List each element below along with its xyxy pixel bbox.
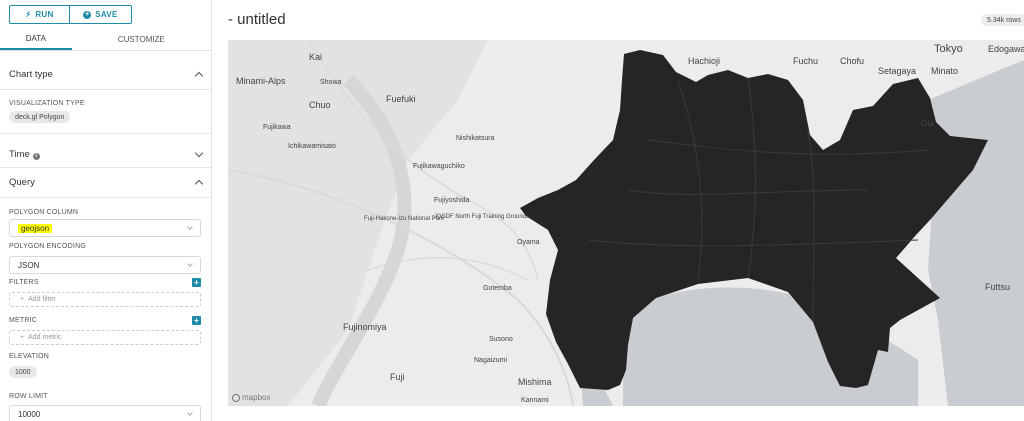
polygon-column-select[interactable]: geojson xyxy=(9,219,201,237)
map-label: Ota xyxy=(921,119,934,128)
map-label: Fuefuki xyxy=(386,94,416,104)
map-label: Fujinomiya xyxy=(343,322,387,332)
map-label: Kannami xyxy=(521,397,549,404)
map-tokyo-bay xyxy=(928,60,1024,406)
divider xyxy=(0,197,211,198)
plus-circle-icon: + xyxy=(83,10,92,19)
polygon-encoding-label: POLYGON ENCODING xyxy=(9,243,86,250)
elevation-label: ELEVATION xyxy=(9,353,50,360)
row-limit-label: ROW LIMIT xyxy=(9,393,48,400)
row-limit-select[interactable]: 10000 xyxy=(9,405,201,421)
chart-type-title: Chart type xyxy=(9,68,53,80)
map-label: Fujiyoshida xyxy=(434,197,470,204)
map-label: Tokyo xyxy=(934,43,963,55)
time-title: Time xyxy=(9,148,30,160)
add-filter-plus-icon[interactable]: + xyxy=(192,278,201,287)
add-metric-label: Add metric xyxy=(28,334,62,341)
map-label: Fuji xyxy=(390,372,405,382)
map-label: Edogawa xyxy=(988,44,1024,54)
map-label: Mishima xyxy=(518,377,552,387)
add-filter-box[interactable]: + Add filter xyxy=(9,292,201,307)
map-label: Gotemba xyxy=(483,285,512,292)
query-title: Query xyxy=(9,176,35,188)
map-label: Minato xyxy=(931,66,958,76)
mapbox-attribution[interactable]: mapbox xyxy=(232,393,270,402)
plus-icon: + xyxy=(20,334,25,341)
map-label: Nagaizumi xyxy=(474,357,508,364)
map-label: Setagaya xyxy=(878,66,916,76)
map-label: Susono xyxy=(489,336,513,343)
map-label: Minami-Alps xyxy=(236,76,286,86)
add-metric-plus-icon[interactable]: + xyxy=(192,316,201,325)
query-section-header[interactable]: Query xyxy=(0,171,211,193)
chart-title[interactable]: - untitled xyxy=(228,11,286,28)
run-button[interactable]: ⚡︎ RUN xyxy=(9,5,70,24)
map-label: Kai xyxy=(309,52,322,62)
polygon-encoding-value: JSON xyxy=(18,260,40,270)
map-label: Futtsu xyxy=(985,282,1010,292)
action-buttons: ⚡︎ RUN + SAVE xyxy=(9,5,132,24)
polygon-column-label: POLYGON COLUMN xyxy=(9,209,79,216)
map-label: Ichikawamisato xyxy=(288,143,336,150)
mapbox-label: mapbox xyxy=(242,393,271,402)
map-label: Showa xyxy=(320,79,342,86)
map-label: Fujikawa xyxy=(263,124,291,131)
time-title-wrap: Time i xyxy=(9,149,40,160)
save-button[interactable]: + SAVE xyxy=(70,5,132,24)
map-label: Fuchu xyxy=(793,56,818,66)
chevron-down-icon xyxy=(194,148,204,157)
time-section-header[interactable]: Time i xyxy=(0,143,211,165)
chart-type-section-header[interactable]: Chart type xyxy=(0,63,211,85)
run-label: RUN xyxy=(35,10,54,19)
panel-tabs: DATA CUSTOMIZE xyxy=(0,29,211,51)
map-view[interactable]: Kai Hachioji Fuchu Chofu Tokyo Edogawa M… xyxy=(228,40,1024,406)
tab-data[interactable]: DATA xyxy=(0,29,72,50)
tab-customize[interactable]: CUSTOMIZE xyxy=(72,29,211,50)
map-label: Fuji-Hakone-Izu National Park xyxy=(364,216,445,222)
chevron-down-icon xyxy=(187,410,193,416)
map-label: Oyama xyxy=(517,239,540,246)
elevation-pill[interactable]: 1000 xyxy=(9,366,37,378)
map-label: Fujikawaguchiko xyxy=(413,163,465,170)
info-icon[interactable]: i xyxy=(32,152,40,160)
viz-type-label: VISUALIZATION TYPE xyxy=(9,100,85,107)
divider xyxy=(0,167,211,168)
divider xyxy=(0,133,211,134)
row-limit-value: 10000 xyxy=(18,409,41,419)
chevron-down-icon xyxy=(187,224,193,230)
row-count-badge: 5.34k rows xyxy=(981,14,1024,26)
map-canvas[interactable]: Kai Hachioji Fuchu Chofu Tokyo Edogawa M… xyxy=(228,40,1024,406)
save-label: SAVE xyxy=(95,10,118,19)
metric-label: METRIC xyxy=(9,317,38,324)
map-label: Chofu xyxy=(840,56,864,66)
divider xyxy=(0,89,211,90)
chevron-up-icon xyxy=(194,71,204,80)
polygon-column-value: geojson xyxy=(18,223,53,233)
control-panel: ⚡︎ RUN + SAVE DATA CUSTOMIZE Chart type … xyxy=(0,0,212,421)
app-window: ⚡︎ RUN + SAVE DATA CUSTOMIZE Chart type … xyxy=(0,0,1024,421)
mapbox-logo-icon xyxy=(232,393,240,402)
chevron-down-icon xyxy=(187,261,193,267)
map-label: Chuo xyxy=(309,100,331,110)
bolt-icon: ⚡︎ xyxy=(25,9,32,19)
add-metric-box[interactable]: + Add metric xyxy=(9,330,201,345)
viz-type-pill[interactable]: deck.gl Polygon xyxy=(9,111,71,123)
map-label: JGSDF North Fuji Training Grounds xyxy=(434,214,529,220)
chevron-up-icon xyxy=(194,179,204,188)
add-filter-label: Add filter xyxy=(28,296,56,303)
plus-icon: + xyxy=(20,296,25,303)
map-label: Nishikatsura xyxy=(456,135,495,142)
map-label: Hachioji xyxy=(688,56,720,66)
polygon-encoding-select[interactable]: JSON xyxy=(9,256,201,274)
filters-label: FILTERS xyxy=(9,279,39,286)
